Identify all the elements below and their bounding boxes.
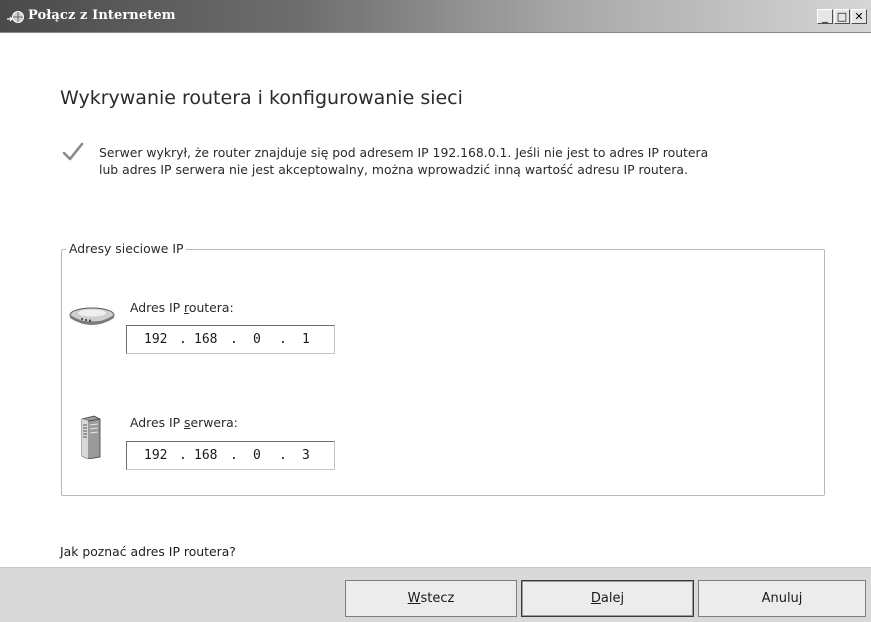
ip-separator: . xyxy=(279,448,287,463)
router-ip-octet-2: 168 xyxy=(194,332,218,347)
help-link[interactable]: Jak poznać adres IP routera? xyxy=(60,544,236,559)
server-ip-octet-4: 3 xyxy=(302,448,310,463)
server-icon xyxy=(81,415,101,459)
window-title: Połącz z Internetem xyxy=(28,8,176,23)
ip-separator: . xyxy=(279,332,287,347)
next-button[interactable]: Dalej xyxy=(521,580,694,617)
ip-separator: . xyxy=(179,332,187,347)
server-ip-octet-2: 168 xyxy=(194,448,218,463)
router-ip-octet-3: 0 xyxy=(253,332,261,347)
back-button[interactable]: Wstecz xyxy=(345,580,517,617)
minimize-button[interactable]: _ xyxy=(817,9,833,24)
check-icon xyxy=(62,142,84,161)
router-ip-octet-4: 1 xyxy=(302,332,310,347)
cancel-button[interactable]: Anuluj xyxy=(698,580,866,617)
detection-message-line-1: Serwer wykrył, że router znajduje się po… xyxy=(99,145,709,160)
maximize-button[interactable]: □ xyxy=(834,9,850,24)
page-title: Wykrywanie routera i konfigurowanie siec… xyxy=(60,87,463,109)
router-ip-label: Adres IP routera: xyxy=(130,300,234,315)
ip-separator: . xyxy=(230,332,238,347)
router-icon xyxy=(69,307,115,325)
title-bar[interactable]: Połącz z Internetem _ □ ✕ xyxy=(0,0,871,33)
server-ip-octet-1: 192 xyxy=(144,448,168,463)
server-ip-input[interactable]: 192 . 168 . 0 . 3 xyxy=(126,441,335,470)
network-connect-icon xyxy=(7,11,24,23)
router-ip-input[interactable]: 192 . 168 . 0 . 1 xyxy=(126,325,335,354)
ip-separator: . xyxy=(179,448,187,463)
detection-message: Serwer wykrył, że router znajduje się po… xyxy=(99,144,819,178)
server-ip-octet-3: 0 xyxy=(253,448,261,463)
server-ip-label: Adres IP serwera: xyxy=(130,415,238,430)
detection-message-line-2: lub adres IP serwera nie jest akceptowal… xyxy=(99,162,688,177)
router-ip-octet-1: 192 xyxy=(144,332,168,347)
close-button[interactable]: ✕ xyxy=(851,9,867,24)
groupbox-legend: Adresy sieciowe IP xyxy=(66,241,187,256)
ip-separator: . xyxy=(230,448,238,463)
